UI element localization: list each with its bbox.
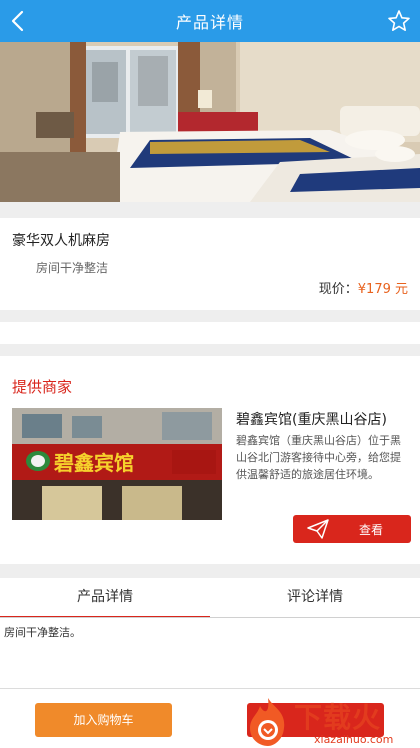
page-title: 产品详情	[175, 13, 244, 32]
room-photo	[0, 42, 420, 202]
merchant-name: 碧鑫宾馆(重庆黑山谷店)	[236, 412, 387, 428]
back-arrow-icon[interactable]	[4, 6, 34, 36]
detail-content: 房间干净整洁。	[0, 618, 420, 688]
merchant-section-title: 提供商家	[12, 378, 73, 396]
tab-review-detail[interactable]: 评论详情	[210, 578, 420, 618]
product-price: 现价：¥179 元	[319, 278, 408, 297]
flame-logo-icon	[250, 698, 285, 746]
tab-product-detail[interactable]: 产品详情	[0, 578, 210, 618]
price-value: ¥179 元	[357, 282, 408, 297]
product-name: 豪华双人机麻房	[12, 233, 110, 249]
detail-tabs: 产品详情 评论详情	[0, 578, 420, 618]
price-label: 现价：	[318, 282, 358, 297]
merchant-description: 碧鑫宾馆（重庆黑山谷店）位于黑山谷北门游客接待中心旁，给您提供温馨舒适的旅途居住…	[236, 434, 401, 481]
paper-plane-icon	[307, 519, 329, 539]
merchant-card: 提供商家 碧鑫宾馆 碧鑫宾馆(重庆黑山谷店) 碧鑫宾馆（重庆黑山谷店）位于黑山谷…	[0, 356, 420, 564]
view-merchant-button[interactable]: 查看	[293, 515, 411, 543]
watermark-brand: 下载火	[294, 701, 382, 734]
watermark: 下载火 xiazaihuo.com	[238, 696, 420, 748]
detail-text: 房间干净整洁。	[4, 626, 81, 639]
add-to-cart-button[interactable]: 加入购物车	[35, 703, 172, 737]
view-button-label: 查看	[359, 523, 384, 537]
merchant-photo[interactable]: 碧鑫宾馆	[12, 408, 222, 520]
section-spacer	[0, 322, 420, 344]
shop-sign-text: 碧鑫宾馆	[53, 451, 134, 475]
watermark-url: xiazaihuo.com	[314, 733, 394, 746]
product-info-card: 豪华双人机麻房 房间干净整洁 现价：¥179 元	[0, 218, 420, 310]
app-header: 产品详情	[0, 0, 420, 42]
star-outline-icon[interactable]	[384, 6, 414, 36]
product-description: 房间干净整洁	[36, 261, 109, 275]
